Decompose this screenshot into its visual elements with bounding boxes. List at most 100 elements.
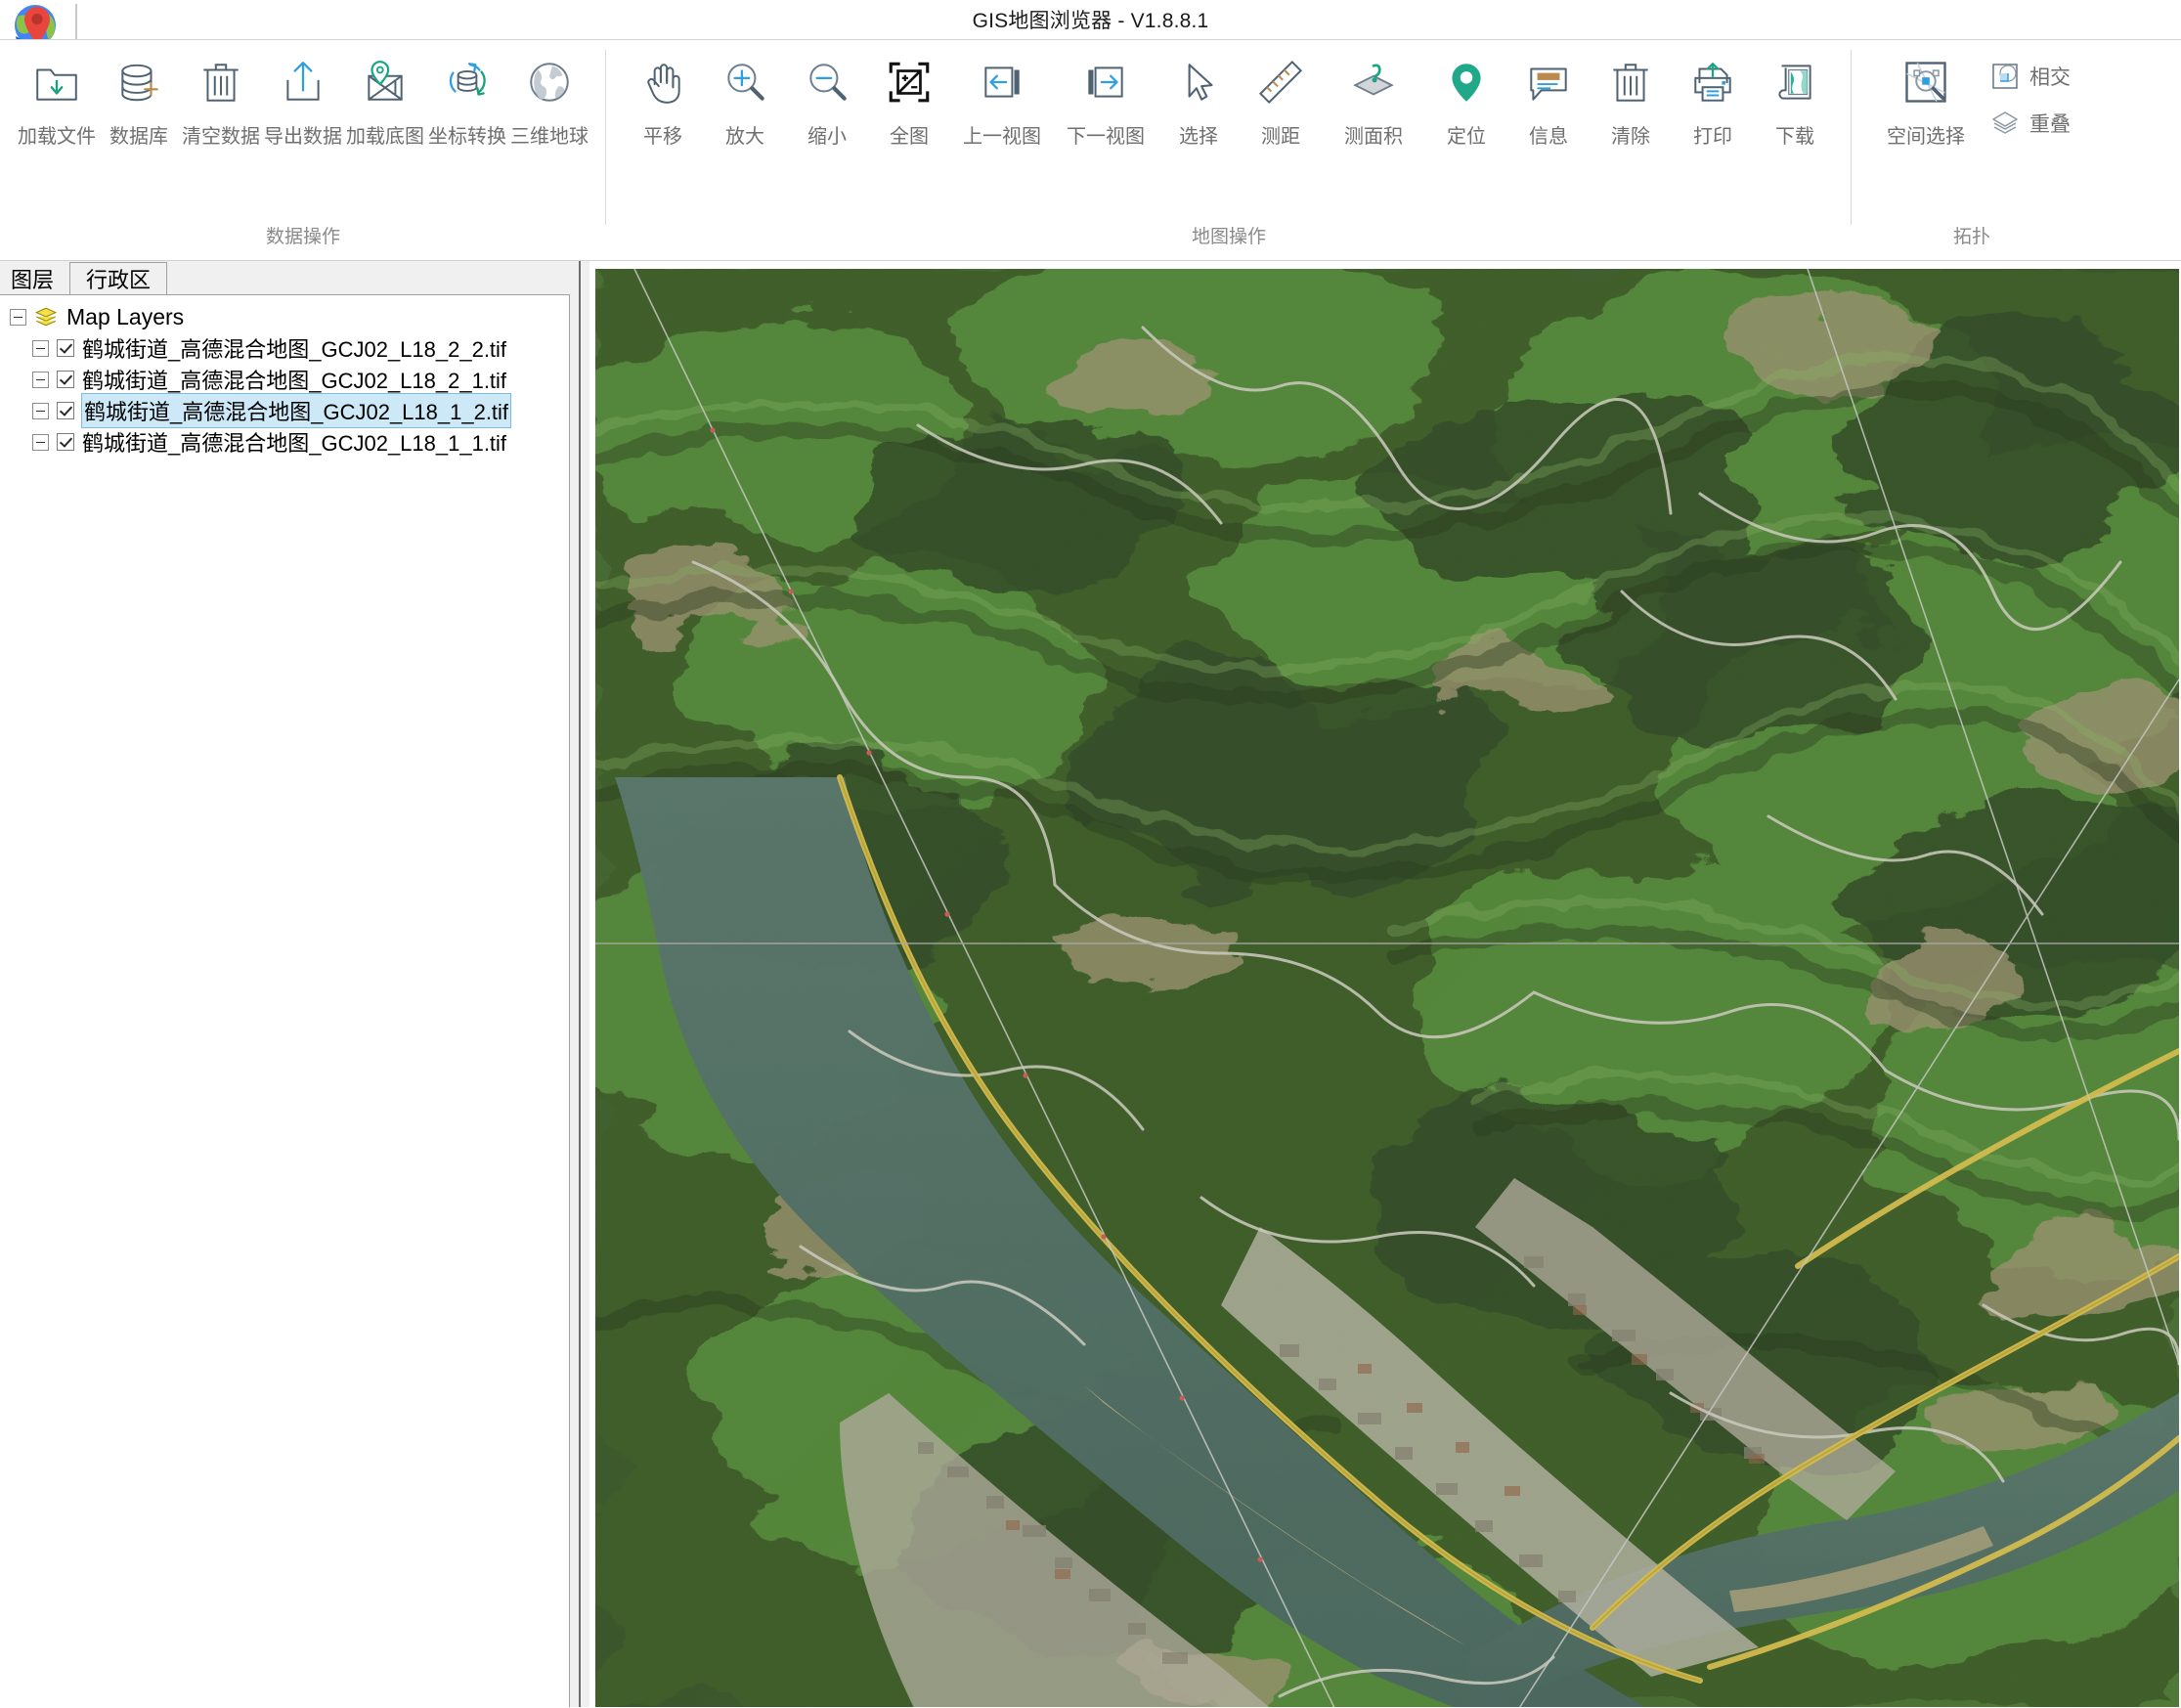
export-upload-icon	[275, 54, 331, 110]
info-label: 信息	[1529, 126, 1568, 148]
next-view-button[interactable]: 下一视图	[1054, 48, 1157, 149]
map-view-pane	[589, 261, 2181, 1707]
measure-area-icon	[1345, 54, 1402, 110]
next-view-icon	[1077, 54, 1134, 110]
overlay-label: 重叠	[2029, 113, 2071, 136]
download-label: 下载	[1775, 126, 1814, 148]
previous-view-button[interactable]: 上一视图	[950, 48, 1054, 149]
coordinate-transform-button[interactable]: 坐标转换	[426, 48, 508, 149]
spatial-select-icon	[1897, 54, 1954, 110]
location-pin-icon	[1438, 54, 1495, 110]
tab-admin-district-label: 行政区	[86, 268, 152, 292]
layer-name-label: 鹤城街道_高德混合地图_GCJ02_L18_1_2.tif	[80, 393, 512, 428]
measure-distance-button[interactable]: 测距	[1240, 48, 1322, 149]
ribbon-toolbar: 加载文件 数据库 清空数据 导出数据 加载底图 坐标转换 三维地球 数据操作 平…	[0, 39, 2181, 261]
expander-collapse-icon[interactable]	[10, 308, 26, 326]
full-extent-button[interactable]: 全图	[868, 48, 950, 149]
ruler-measure-icon	[1252, 54, 1309, 110]
group-label-topology: 拓扑	[1952, 227, 1990, 247]
full-extent-label: 全图	[890, 126, 929, 148]
zoom-out-label: 缩小	[807, 126, 847, 148]
layer-tree-item-selected[interactable]: 鹤城街道_高德混合地图_GCJ02_L18_1_2.tif	[0, 393, 569, 428]
group-label-map-operations: 地图操作	[1191, 227, 1266, 247]
tree-root-map-layers[interactable]: Map Layers	[0, 301, 569, 332]
globe-3d-button[interactable]: 三维地球	[508, 48, 590, 149]
database-button[interactable]: 数据库	[98, 48, 180, 149]
layer-tree-item[interactable]: 鹤城街道_高德混合地图_GCJ02_L18_1_1.tif	[0, 426, 569, 458]
layer-visibility-checkbox[interactable]	[57, 339, 74, 357]
locate-button[interactable]: 定位	[1425, 48, 1507, 149]
layer-visibility-checkbox[interactable]	[57, 371, 74, 388]
expander-collapse-icon[interactable]	[32, 339, 49, 357]
database-label: 数据库	[109, 126, 168, 148]
cursor-select-icon	[1170, 54, 1227, 110]
folder-download-icon	[28, 54, 85, 110]
zoom-in-button[interactable]: 放大	[704, 48, 786, 149]
select-button[interactable]: 选择	[1157, 48, 1240, 149]
expander-collapse-icon[interactable]	[32, 371, 49, 388]
zoom-in-icon	[717, 54, 773, 110]
previous-view-label: 上一视图	[963, 126, 1041, 148]
zoom-out-icon	[799, 54, 855, 110]
intersect-button[interactable]: 相交	[1985, 60, 2076, 93]
left-sidebar: 图层 行政区 Map Layers 鹤城街道_高德混合地图_GCJ02_L18_…	[0, 261, 570, 1707]
expander-collapse-icon[interactable]	[32, 402, 49, 419]
main-content-area: 图层 行政区 Map Layers 鹤城街道_高德混合地图_GCJ02_L18_…	[0, 261, 2181, 1707]
next-view-label: 下一视图	[1067, 126, 1145, 148]
overlay-button[interactable]: 重叠	[1985, 107, 2076, 140]
zoom-out-button[interactable]: 缩小	[786, 48, 868, 149]
spatial-select-label: 空间选择	[1887, 126, 1965, 148]
layer-tree-panel[interactable]: Map Layers 鹤城街道_高德混合地图_GCJ02_L18_2_2.tif…	[0, 294, 570, 1707]
tab-admin-district[interactable]: 行政区	[69, 262, 168, 294]
pan-label: 平移	[643, 126, 682, 148]
print-label: 打印	[1693, 126, 1732, 148]
database-refresh-icon	[439, 54, 496, 110]
info-balloon-icon	[1520, 54, 1577, 110]
export-data-button[interactable]: 导出数据	[262, 48, 344, 149]
panel-splitter[interactable]	[570, 261, 589, 1707]
download-button[interactable]: 下载	[1754, 48, 1836, 149]
pan-button[interactable]: 平移	[622, 48, 704, 149]
print-button[interactable]: 打印	[1672, 48, 1754, 149]
export-data-label: 导出数据	[264, 126, 342, 148]
clear-trash-icon	[1602, 54, 1659, 110]
sidebar-tabstrip: 图层 行政区	[0, 261, 570, 294]
load-basemap-label: 加载底图	[346, 126, 424, 148]
title-bar: GIS地图浏览器 - V1.8.8.1	[0, 0, 2181, 46]
load-basemap-button[interactable]: 加载底图	[344, 48, 426, 149]
tab-layers-label: 图层	[11, 268, 55, 292]
measure-area-button[interactable]: 测面积	[1322, 48, 1425, 149]
layer-visibility-checkbox[interactable]	[57, 433, 74, 451]
clear-button[interactable]: 清除	[1590, 48, 1672, 149]
spatial-select-button[interactable]: 空间选择	[1867, 48, 1985, 149]
globe-3d-label: 三维地球	[510, 126, 589, 148]
trash-icon	[193, 54, 249, 110]
printer-icon	[1684, 54, 1741, 110]
satellite-imagery-canvas[interactable]	[595, 269, 2179, 1707]
layer-visibility-checkbox[interactable]	[57, 402, 74, 419]
expander-collapse-icon[interactable]	[32, 433, 49, 451]
ribbon-group-topology: 空间选择 相交 重叠 拓扑	[1852, 40, 2092, 260]
clear-data-label: 清空数据	[182, 126, 260, 148]
map-download-icon	[1767, 54, 1823, 110]
load-file-button[interactable]: 加载文件	[16, 48, 98, 149]
previous-view-icon	[974, 54, 1030, 110]
map-layers-icon	[34, 306, 58, 328]
measure-distance-label: 测距	[1261, 126, 1300, 148]
info-button[interactable]: 信息	[1507, 48, 1590, 149]
map-raster-render	[595, 269, 2179, 1707]
measure-area-label: 测面积	[1344, 126, 1403, 148]
clear-data-button[interactable]: 清空数据	[180, 48, 262, 149]
select-label: 选择	[1179, 126, 1218, 148]
overlay-icon	[1990, 109, 2020, 138]
window-title: GIS地图浏览器 - V1.8.8.1	[972, 10, 1209, 32]
tab-layers[interactable]: 图层	[2, 262, 71, 294]
ribbon-group-data-operations: 加载文件 数据库 清空数据 导出数据 加载底图 坐标转换 三维地球 数据操作	[0, 40, 606, 260]
layer-tree-item[interactable]: 鹤城街道_高德混合地图_GCJ02_L18_2_2.tif	[0, 332, 569, 364]
database-add-icon	[110, 54, 167, 110]
layer-tree-item[interactable]: 鹤城街道_高德混合地图_GCJ02_L18_2_1.tif	[0, 364, 569, 395]
layer-name-label: 鹤城街道_高德混合地图_GCJ02_L18_1_1.tif	[82, 431, 507, 456]
layer-name-label: 鹤城街道_高德混合地图_GCJ02_L18_2_1.tif	[82, 369, 507, 393]
layer-name-label: 鹤城街道_高德混合地图_GCJ02_L18_2_2.tif	[82, 337, 507, 362]
load-file-label: 加载文件	[18, 126, 96, 148]
